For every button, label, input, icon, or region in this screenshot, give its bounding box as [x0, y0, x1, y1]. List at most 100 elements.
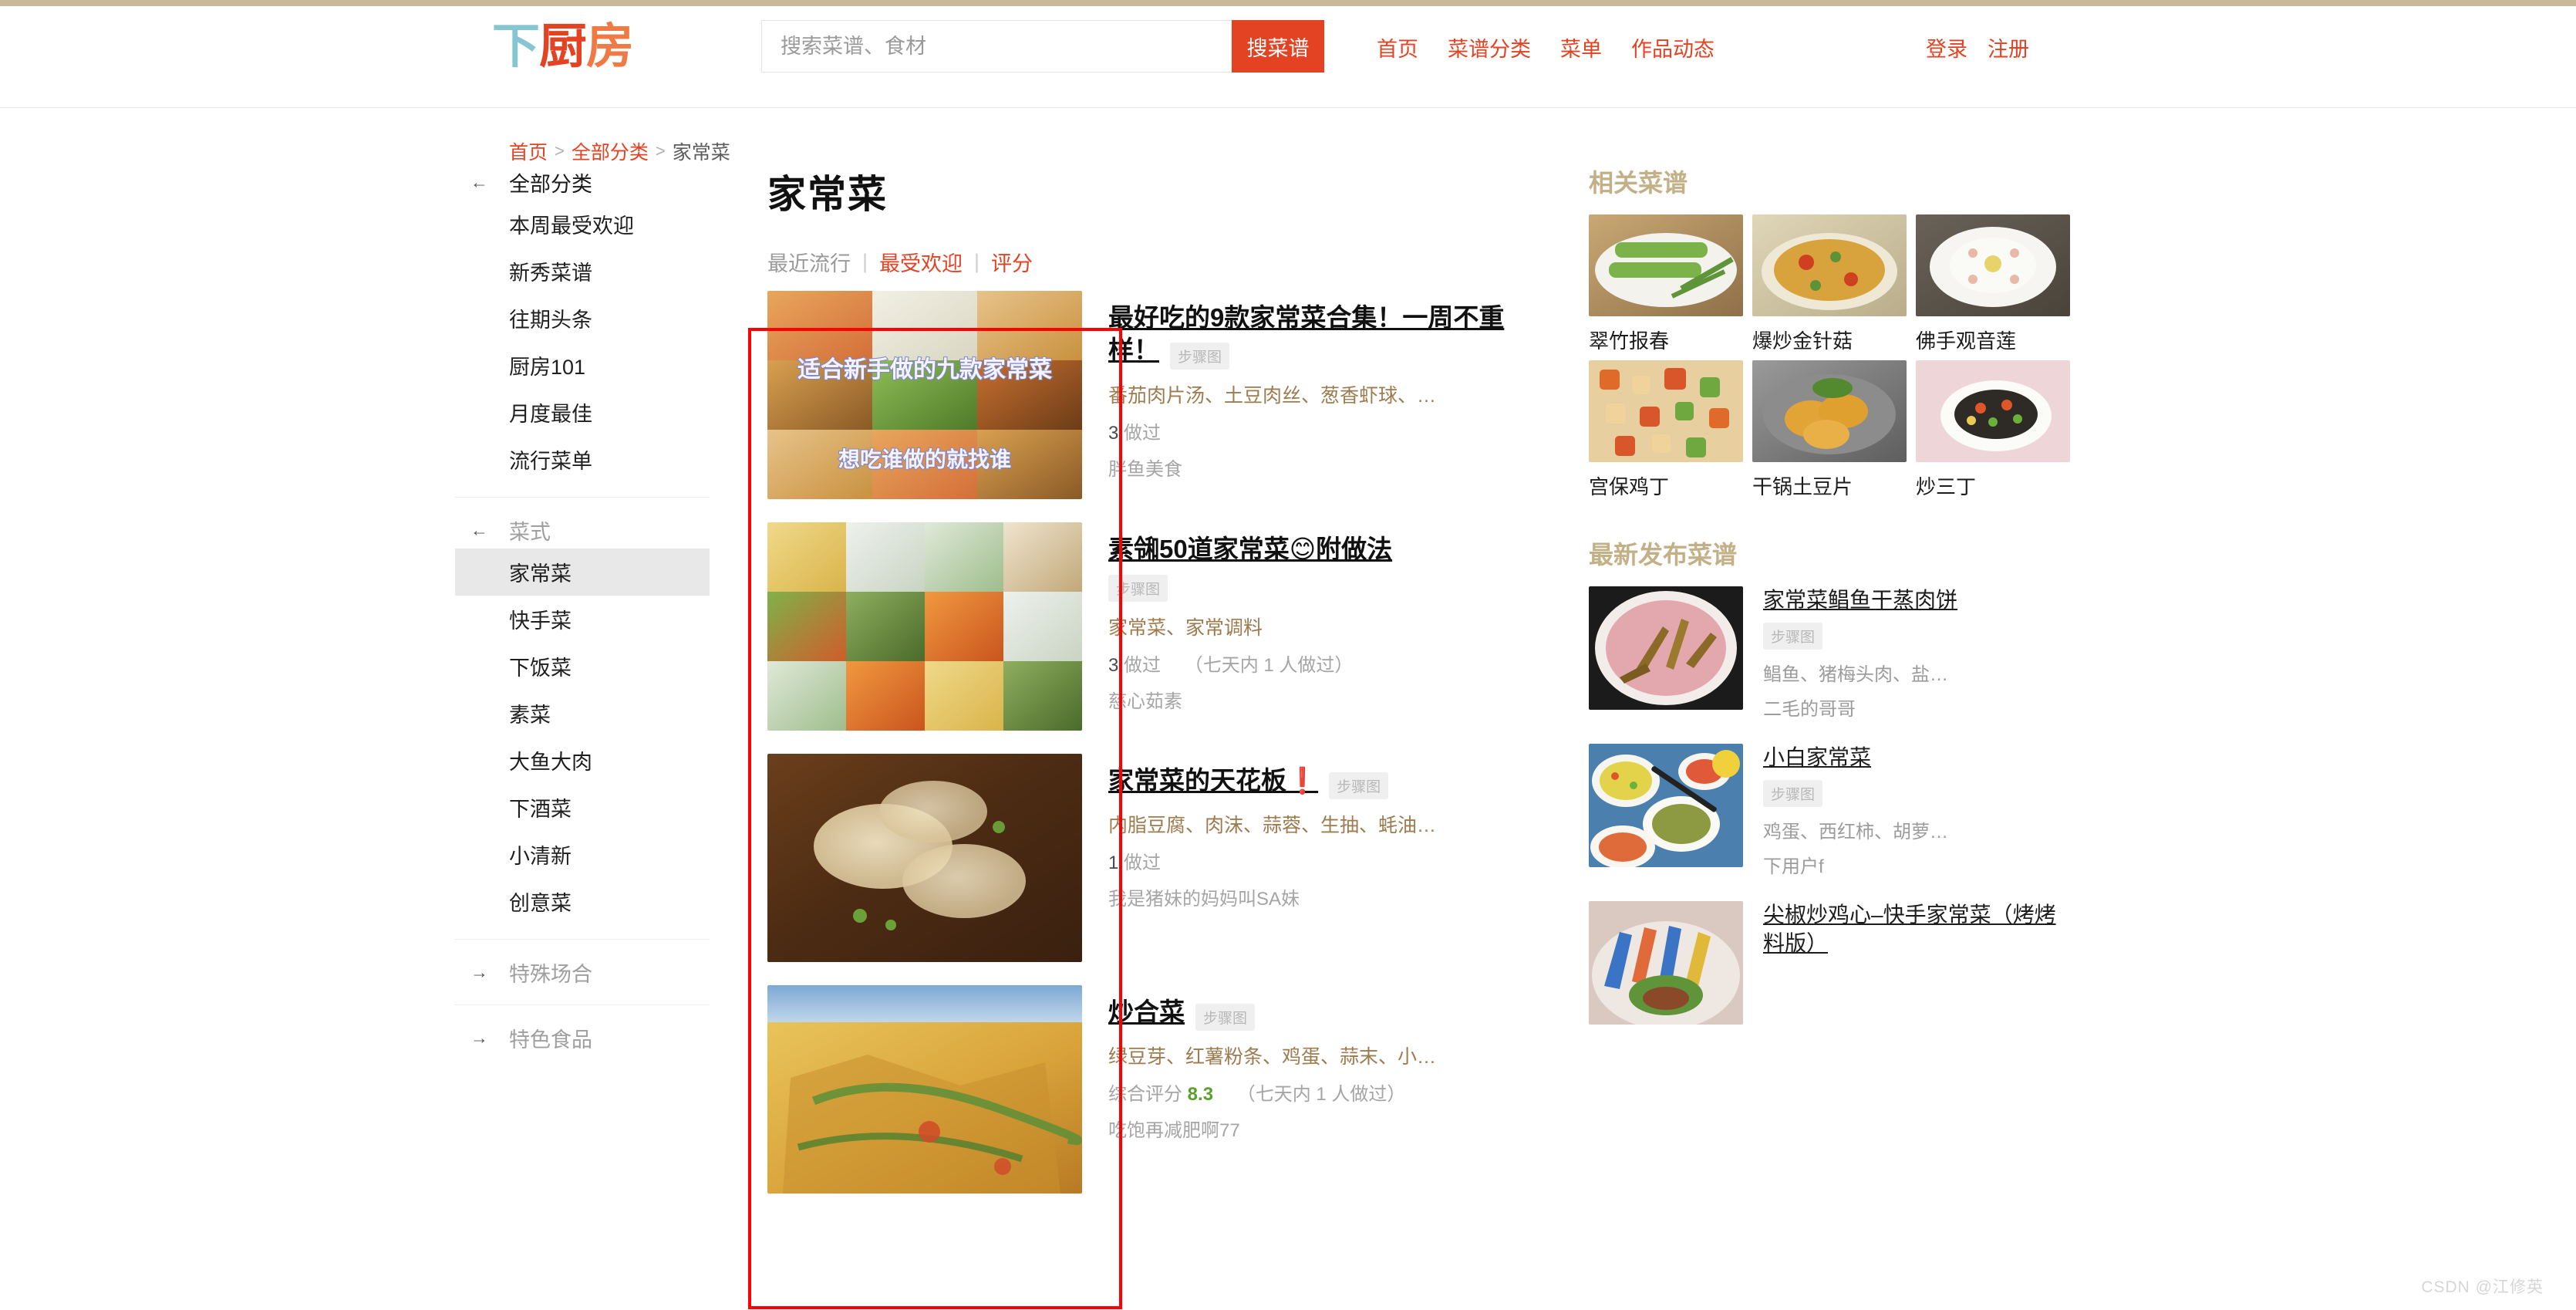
- main-nav: 首页 菜谱分类 菜单 作品动态: [1377, 32, 1715, 62]
- recipe-made-count: 3: [1108, 655, 1119, 677]
- sidebar-group-label: 菜式: [509, 520, 551, 544]
- sidebar-item-monthly-best[interactable]: 月度最佳: [455, 389, 710, 436]
- sidebar-group-special-occasions: → 特殊场合: [455, 939, 710, 994]
- sidebar-group-label: 特殊场合: [509, 962, 592, 986]
- sidebar-item-rice-companion[interactable]: 下饭菜: [455, 643, 710, 690]
- arrow-left-icon: ←: [470, 171, 488, 192]
- sidebar-item-light-fresh[interactable]: 小清新: [455, 831, 710, 878]
- recipe-made-label: 做过: [1124, 853, 1162, 874]
- tab-rating[interactable]: 评分: [991, 247, 1033, 277]
- related-recipe-card[interactable]: 宫保鸡丁: [1589, 360, 1743, 500]
- search-input[interactable]: [761, 20, 1232, 73]
- latest-recipe-author[interactable]: 下用户f: [1763, 851, 2067, 878]
- latest-recipe-item[interactable]: 小白家常菜 步骤图 鸡蛋、西红柿、胡萝… 下用户f: [1589, 743, 2067, 878]
- recipe-thumbnail[interactable]: [767, 754, 1082, 962]
- recipe-author[interactable]: 我是猪妹的妈妈叫SA妹: [1108, 883, 1508, 910]
- latest-recipe-item[interactable]: 尖椒炒鸡心–快手家常菜（烤烤料版）: [1589, 900, 2067, 1025]
- recipe-stats: 3 做过: [1108, 417, 1508, 444]
- watermark-attribution: CSDN @江修英: [2421, 1278, 2544, 1296]
- latest-recipe-item[interactable]: 家常菜鲳鱼干蒸肉饼 步骤图 鲳鱼、猪梅头肉、盐… 二毛的哥哥: [1589, 586, 2067, 721]
- related-recipe-card[interactable]: 佛手观音莲: [1916, 214, 2070, 354]
- page-title: 家常菜: [767, 173, 888, 216]
- sidebar-item-popular-menus[interactable]: 流行菜单: [455, 436, 710, 483]
- breadcrumb-item-home[interactable]: 首页: [509, 137, 548, 165]
- sidebar-item-drinking-dishes[interactable]: 下酒菜: [455, 784, 710, 831]
- related-recipe-card[interactable]: 爆炒金针菇: [1752, 214, 1907, 354]
- register-link[interactable]: 注册: [1988, 32, 2029, 62]
- sidebar-item-kitchen-101[interactable]: 厨房101: [455, 342, 710, 389]
- related-recipes-grid: 翠竹报春 爆炒金针菇 佛手观音莲 宫保鸡丁 干锅土豆片 炒三丁: [1589, 214, 2070, 500]
- sort-tabs: 最近流行 | 最受欢迎 | 评分: [767, 247, 1508, 277]
- dish-photo: [1589, 214, 1743, 316]
- latest-recipe-info: 家常菜鲳鱼干蒸肉饼 步骤图 鲳鱼、猪梅头肉、盐… 二毛的哥哥: [1763, 586, 2067, 721]
- step-photo-badge: 步骤图: [1763, 779, 1823, 807]
- arrow-left-icon: ←: [470, 519, 488, 540]
- sidebar-group-label: 特色食品: [509, 1028, 592, 1052]
- recipe-title[interactable]: 最好吃的9款家常菜合集！一周不重样！: [1108, 303, 1504, 364]
- recipe-thumbnail[interactable]: 适合新手做的九款家常菜 想吃谁做的就找谁: [767, 291, 1082, 499]
- sidebar-group-header-specialty-foods[interactable]: → 特色食品: [455, 1019, 710, 1056]
- recipe-list-item[interactable]: 素㋿50道家常菜😊附做法 步骤图 家常菜、家常调料 3 做过 （七天内 1 人做…: [767, 522, 1508, 731]
- sidebar-group-header-dish-styles[interactable]: ← 菜式: [455, 512, 710, 549]
- nav-item-home[interactable]: 首页: [1377, 32, 1418, 62]
- latest-recipes-list: 家常菜鲳鱼干蒸肉饼 步骤图 鲳鱼、猪梅头肉、盐… 二毛的哥哥 小白家常菜 步骤图…: [1589, 586, 2067, 1025]
- recipe-list-item[interactable]: 适合新手做的九款家常菜 想吃谁做的就找谁 最好吃的9款家常菜合集！一周不重样！步…: [767, 291, 1508, 499]
- sidebar-group-dish-styles: ← 菜式 家常菜 快手菜 下饭菜 素菜 大鱼大肉 下酒菜 小清新 创意菜: [455, 497, 710, 928]
- recipe-title-row: 炒合菜 步骤图: [1108, 996, 1508, 1031]
- recipe-title[interactable]: 素㋿50道家常菜😊附做法: [1108, 535, 1392, 563]
- thumb-caption-top: 适合新手做的九款家常菜: [797, 356, 1052, 383]
- breadcrumb-item-all-categories[interactable]: 全部分类: [572, 137, 649, 165]
- dish-photo: [1589, 743, 1743, 867]
- sidebar-item-homestyle[interactable]: 家常菜: [455, 549, 710, 596]
- recipe-thumbnail[interactable]: [767, 985, 1082, 1194]
- recipe-list-item[interactable]: 炒合菜 步骤图 绿豆芽、红薯粉条、鸡蛋、蒜末、小… 综合评分 8.3 （七天内 1…: [767, 985, 1508, 1194]
- sidebar-group-header-special-occasions[interactable]: → 特殊场合: [455, 954, 710, 991]
- nav-item-categories[interactable]: 菜谱分类: [1448, 32, 1531, 62]
- nav-item-menus[interactable]: 菜单: [1560, 32, 1602, 62]
- recipe-ingredients: 绿豆芽、红薯粉条、鸡蛋、蒜末、小…: [1108, 1046, 1437, 1069]
- sidebar-group-header-all-categories[interactable]: ← 全部分类: [455, 164, 710, 201]
- related-recipe-name: 佛手观音莲: [1916, 329, 2017, 353]
- related-recipe-name: 翠竹报春: [1589, 329, 1670, 353]
- related-recipe-thumbnail: [1752, 360, 1907, 462]
- related-recipe-thumbnail: [1916, 214, 2070, 316]
- related-recipe-card[interactable]: 干锅土豆片: [1752, 360, 1907, 500]
- breadcrumb-separator-icon: >: [655, 141, 666, 160]
- related-recipe-name: 干锅土豆片: [1752, 475, 1853, 498]
- site-logo[interactable]: 下厨房: [492, 23, 634, 71]
- site-header: 下厨房 搜菜谱 首页 菜谱分类 菜单 作品动态 登录 注册: [0, 6, 2576, 108]
- latest-recipe-title[interactable]: 小白家常菜: [1763, 745, 1871, 769]
- recipe-author[interactable]: 吃饱再减肥啊77: [1108, 1115, 1508, 1142]
- dish-photo: [1916, 360, 2070, 462]
- latest-recipe-title[interactable]: 家常菜鲳鱼干蒸肉饼: [1763, 588, 1957, 612]
- related-recipe-card[interactable]: 炒三丁: [1916, 360, 2070, 500]
- nav-item-activity[interactable]: 作品动态: [1631, 32, 1715, 62]
- recipe-list-item[interactable]: 家常菜的天花板❗ 步骤图 内脂豆腐、肉沫、蒜蓉、生抽、蚝油… 1 做过 我是猪妹的…: [767, 754, 1508, 962]
- latest-recipe-thumbnail: [1589, 900, 1743, 1025]
- step-photo-badge: 步骤图: [1329, 772, 1389, 800]
- dish-photo: [1916, 214, 2070, 316]
- latest-recipes-title: 最新发布菜谱: [1589, 541, 1738, 569]
- recipe-author[interactable]: 胖鱼美食: [1108, 454, 1508, 481]
- step-photo-badge: 步骤图: [1108, 575, 1168, 603]
- sidebar-item-new-recipes[interactable]: 新秀菜谱: [455, 248, 710, 295]
- sidebar-item-fish-and-meat[interactable]: 大鱼大肉: [455, 737, 710, 784]
- recipe-thumbnail[interactable]: [767, 522, 1082, 731]
- search-submit-button[interactable]: 搜菜谱: [1232, 20, 1324, 73]
- related-recipe-name: 爆炒金针菇: [1752, 329, 1853, 353]
- recipe-title[interactable]: 炒合菜: [1108, 998, 1185, 1026]
- login-link[interactable]: 登录: [1926, 32, 1967, 62]
- recipe-title[interactable]: 家常菜的天花板❗: [1108, 766, 1318, 795]
- recipe-author[interactable]: 慈心茹素: [1108, 686, 1508, 713]
- sidebar-item-past-headlines[interactable]: 往期头条: [455, 295, 710, 342]
- sidebar-item-quick-dishes[interactable]: 快手菜: [455, 596, 710, 643]
- user-nav: 登录 注册: [1926, 32, 2029, 62]
- sidebar-item-vegetarian[interactable]: 素菜: [455, 690, 710, 737]
- related-recipe-card[interactable]: 翠竹报春: [1589, 214, 1743, 354]
- sidebar-item-creative[interactable]: 创意菜: [455, 878, 710, 925]
- sidebar-item-weekly-popular[interactable]: 本周最受欢迎: [455, 201, 710, 248]
- latest-recipe-title[interactable]: 尖椒炒鸡心–快手家常菜（烤烤料版）: [1763, 903, 2056, 955]
- tab-most-popular[interactable]: 最受欢迎: [879, 247, 963, 277]
- tab-recent-popular[interactable]: 最近流行: [767, 247, 851, 277]
- latest-recipe-author[interactable]: 二毛的哥哥: [1763, 694, 2067, 721]
